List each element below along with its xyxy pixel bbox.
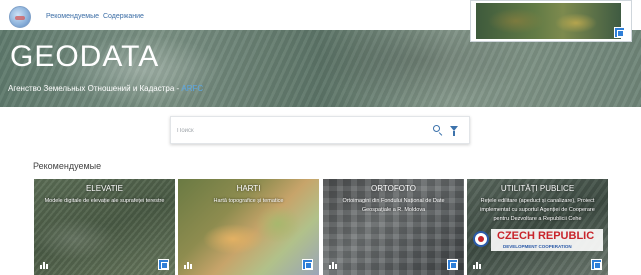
stats-icon bbox=[473, 262, 481, 269]
nav-contents[interactable]: Содержание bbox=[103, 13, 144, 20]
search-icon[interactable] bbox=[433, 125, 440, 132]
nav-recommended[interactable]: Рекомендуемые bbox=[46, 13, 99, 20]
open-card-icon[interactable] bbox=[591, 259, 602, 270]
card-description: Ortoimagini din Fondului Național de Dat… bbox=[342, 198, 445, 213]
open-card-icon[interactable] bbox=[158, 259, 169, 270]
card-utilitati-publice[interactable]: UTILITĂȚI PUBLICE Rețele edilitare (aped… bbox=[467, 179, 608, 275]
open-card-icon[interactable] bbox=[302, 259, 313, 270]
open-map-icon[interactable] bbox=[614, 27, 625, 38]
stats-icon bbox=[329, 262, 337, 269]
card-title: ORTOFOTO bbox=[371, 184, 416, 193]
card-ortofoto[interactable]: ORTOFOTO Ortoimagini din Fondului Națion… bbox=[323, 179, 464, 275]
filter-icon[interactable] bbox=[450, 126, 458, 136]
search-box bbox=[170, 116, 470, 144]
stats-icon bbox=[40, 262, 48, 269]
card-harti[interactable]: HARTI Hartă topografice și tematice bbox=[178, 179, 319, 275]
map-preview-image bbox=[476, 3, 621, 39]
geoportal-logo-icon[interactable] bbox=[9, 6, 31, 28]
hero-subtitle: Агенство Земельных Отношений и Кадастра … bbox=[8, 84, 203, 93]
czech-republic-label: CZECH REPUBLIC bbox=[497, 230, 595, 242]
stats-icon bbox=[184, 262, 192, 269]
search-input[interactable] bbox=[177, 124, 417, 138]
card-title: UTILITĂȚI PUBLICE bbox=[500, 184, 575, 193]
card-elevatie[interactable]: ELEVATIE Modele digitale de elevație ale… bbox=[34, 179, 175, 275]
hero-title: GEODATA bbox=[10, 40, 160, 73]
card-description: Modele digitale de elevație ale suprafeț… bbox=[44, 198, 165, 204]
agency-acronym-link[interactable]: ARFC bbox=[181, 84, 203, 93]
czech-cooperation-logo-icon bbox=[473, 231, 489, 247]
card-description: Rețele edilitare (apeduct și canalizare)… bbox=[480, 198, 595, 222]
recommended-title: Рекомендуемые bbox=[33, 161, 102, 171]
open-card-icon[interactable] bbox=[447, 259, 458, 270]
card-title: HARTI bbox=[236, 184, 261, 193]
map-preview-thumbnail[interactable] bbox=[470, 0, 632, 42]
development-cooperation-label: DEVELOPMENT COOPERATION bbox=[503, 244, 572, 249]
card-description: Hartă topografice și tematice bbox=[213, 198, 284, 204]
hero-subtitle-text: Агенство Земельных Отношений и Кадастра … bbox=[8, 84, 182, 93]
card-title: ELEVATIE bbox=[85, 184, 124, 193]
